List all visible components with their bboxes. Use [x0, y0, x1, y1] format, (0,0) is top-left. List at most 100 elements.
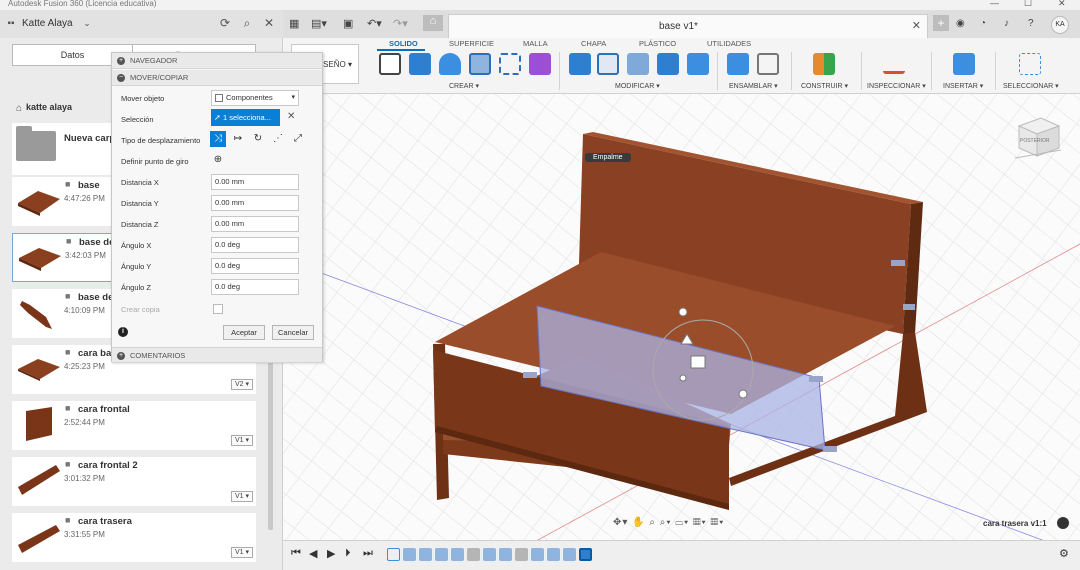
- tab-utilidades[interactable]: UTILIDADES: [707, 39, 751, 48]
- extensions-icon[interactable]: ◉: [956, 18, 965, 29]
- point-to-position-icon[interactable]: ⤢: [290, 131, 306, 147]
- angle-x-field[interactable]: 0.0 deg: [211, 237, 299, 253]
- free-move-icon[interactable]: ⤨: [210, 131, 226, 147]
- form-icon[interactable]: [529, 53, 551, 75]
- grid-menu-icon[interactable]: ▦: [289, 17, 299, 30]
- new-tab-button[interactable]: +: [933, 15, 949, 31]
- tab-solido[interactable]: SOLIDO: [389, 39, 418, 48]
- list-item[interactable]: cara frontal 2 3:01:32 PM V1 ▾: [12, 457, 256, 506]
- chamfer-icon[interactable]: [627, 53, 649, 75]
- view-cube[interactable]: POSTERIOR: [1011, 106, 1063, 166]
- press-pull-icon[interactable]: [569, 53, 591, 75]
- tab-chapa[interactable]: CHAPA: [581, 39, 606, 48]
- group-inspeccionar[interactable]: INSPECCIONAR ▾: [867, 82, 926, 90]
- measure-icon[interactable]: [883, 60, 905, 74]
- move-object-select[interactable]: Componentes ▾: [211, 90, 299, 106]
- timeline-feature[interactable]: [483, 548, 496, 561]
- selection-button[interactable]: ➚ 1 selecciona...: [211, 109, 280, 126]
- info-icon[interactable]: i: [118, 327, 128, 337]
- component-icon[interactable]: [1057, 517, 1069, 529]
- chevron-down-icon[interactable]: ⌄: [80, 16, 94, 30]
- timeline-feature[interactable]: [467, 548, 480, 561]
- list-item[interactable]: cara trasera 3:31:55 PM V1 ▾: [12, 513, 256, 562]
- hole-icon[interactable]: [469, 53, 491, 75]
- timeline-feature[interactable]: [499, 548, 512, 561]
- minimize-button[interactable]: —: [990, 0, 999, 8]
- clear-selection-icon[interactable]: ✕: [287, 111, 295, 122]
- close-panel-icon[interactable]: ✕: [262, 16, 276, 30]
- expand-icon[interactable]: +: [117, 352, 125, 360]
- angle-y-field[interactable]: 0.0 deg: [211, 258, 299, 274]
- user-hub-name[interactable]: Katte Alaya: [22, 18, 73, 29]
- timeline-play-icon[interactable]: ▶: [327, 547, 335, 560]
- revolve-icon[interactable]: [439, 53, 461, 75]
- avatar[interactable]: KA: [1051, 16, 1069, 34]
- help-icon[interactable]: ?: [1028, 18, 1034, 29]
- extrude-icon[interactable]: [409, 53, 431, 75]
- version-badge[interactable]: V1 ▾: [231, 435, 253, 446]
- timeline-start-icon[interactable]: ⏮: [291, 547, 301, 560]
- cancel-button[interactable]: Cancelar: [272, 325, 314, 340]
- offset-plane-icon[interactable]: [813, 53, 835, 75]
- comments-header[interactable]: + COMENTARIOS: [112, 347, 322, 363]
- set-pivot-icon[interactable]: ⊕: [210, 152, 226, 168]
- job-status-icon[interactable]: ◔: [980, 18, 986, 29]
- maximize-button[interactable]: ☐: [1024, 0, 1032, 9]
- document-tab[interactable]: base v1* ✕: [448, 14, 928, 38]
- tab-malla[interactable]: MALLA: [523, 39, 548, 48]
- navigator-header[interactable]: + NAVEGADOR: [112, 53, 322, 69]
- refresh-icon[interactable]: ⟳: [218, 16, 232, 30]
- undo-icon[interactable]: ↶▾: [367, 17, 382, 30]
- select-icon[interactable]: [1019, 53, 1041, 75]
- tab-superficie[interactable]: SUPERFICIE: [449, 39, 494, 48]
- tab-plastico[interactable]: PLÁSTICO: [639, 39, 676, 48]
- distance-z-field[interactable]: 0.00 mm: [211, 216, 299, 232]
- timeline-feature[interactable]: [515, 548, 528, 561]
- close-tab-icon[interactable]: ✕: [912, 19, 921, 32]
- group-crear[interactable]: CREAR ▾: [449, 82, 479, 90]
- fillet-icon[interactable]: [597, 53, 619, 75]
- timeline-feature[interactable]: [403, 548, 416, 561]
- home-icon[interactable]: ⌂: [12, 102, 26, 116]
- group-insertar[interactable]: INSERTAR ▾: [943, 82, 983, 90]
- collapse-icon[interactable]: −: [117, 74, 125, 82]
- timeline-feature[interactable]: [563, 548, 576, 561]
- navigation-bar[interactable]: ✥▾ ✋ ⌕ ⌕▾ ▭▾ ▦▾ ▦▾: [613, 517, 724, 528]
- distance-x-field[interactable]: 0.00 mm: [211, 174, 299, 190]
- group-construir[interactable]: CONSTRUIR ▾: [801, 82, 848, 90]
- 3d-viewport[interactable]: Empalme POSTERIOR ✥▾ ✋ ⌕ ⌕▾ ▭▾ ▦▾ ▦▾ car…: [283, 94, 1080, 570]
- expand-icon[interactable]: +: [117, 57, 125, 65]
- angle-z-field[interactable]: 0.0 deg: [211, 279, 299, 295]
- version-badge[interactable]: V2 ▾: [231, 379, 253, 390]
- pattern-icon[interactable]: [499, 53, 521, 75]
- shell-icon[interactable]: [657, 53, 679, 75]
- timeline-settings-icon[interactable]: ⚙: [1059, 547, 1069, 560]
- point-to-point-icon[interactable]: ⋰: [270, 131, 286, 147]
- timeline-feature[interactable]: [547, 548, 560, 561]
- save-icon[interactable]: ▣: [343, 17, 353, 30]
- timeline-end-icon[interactable]: ⏭: [363, 547, 373, 560]
- search-icon[interactable]: ⌕: [240, 16, 254, 30]
- file-icon[interactable]: ▤▾: [311, 17, 327, 30]
- group-modificar[interactable]: MODIFICAR ▾: [615, 82, 660, 90]
- insert-image-icon[interactable]: [953, 53, 975, 75]
- list-item[interactable]: cara frontal 2:52:44 PM V1 ▾: [12, 401, 256, 450]
- dialog-header[interactable]: − MOVER/COPIAR: [112, 70, 322, 86]
- version-badge[interactable]: V1 ▾: [231, 547, 253, 558]
- create-sketch-icon[interactable]: [379, 53, 401, 75]
- timeline-feature[interactable]: [435, 548, 448, 561]
- translate-icon[interactable]: ↦: [230, 131, 246, 147]
- timeline-feature[interactable]: [451, 548, 464, 561]
- timeline-prev-icon[interactable]: ◀: [309, 547, 317, 560]
- group-seleccionar[interactable]: SELECCIONAR ▾: [1003, 82, 1059, 90]
- timeline-feature[interactable]: [419, 548, 432, 561]
- timeline-feature[interactable]: [531, 548, 544, 561]
- distance-y-field[interactable]: 0.00 mm: [211, 195, 299, 211]
- version-badge[interactable]: V1 ▾: [231, 491, 253, 502]
- model-3d[interactable]: [283, 94, 1080, 570]
- create-copy-checkbox[interactable]: [213, 304, 223, 314]
- combine-icon[interactable]: [687, 53, 709, 75]
- group-ensamblar[interactable]: ENSAMBLAR ▾: [729, 82, 778, 90]
- new-component-icon[interactable]: [727, 53, 749, 75]
- ok-button[interactable]: Aceptar: [223, 325, 265, 340]
